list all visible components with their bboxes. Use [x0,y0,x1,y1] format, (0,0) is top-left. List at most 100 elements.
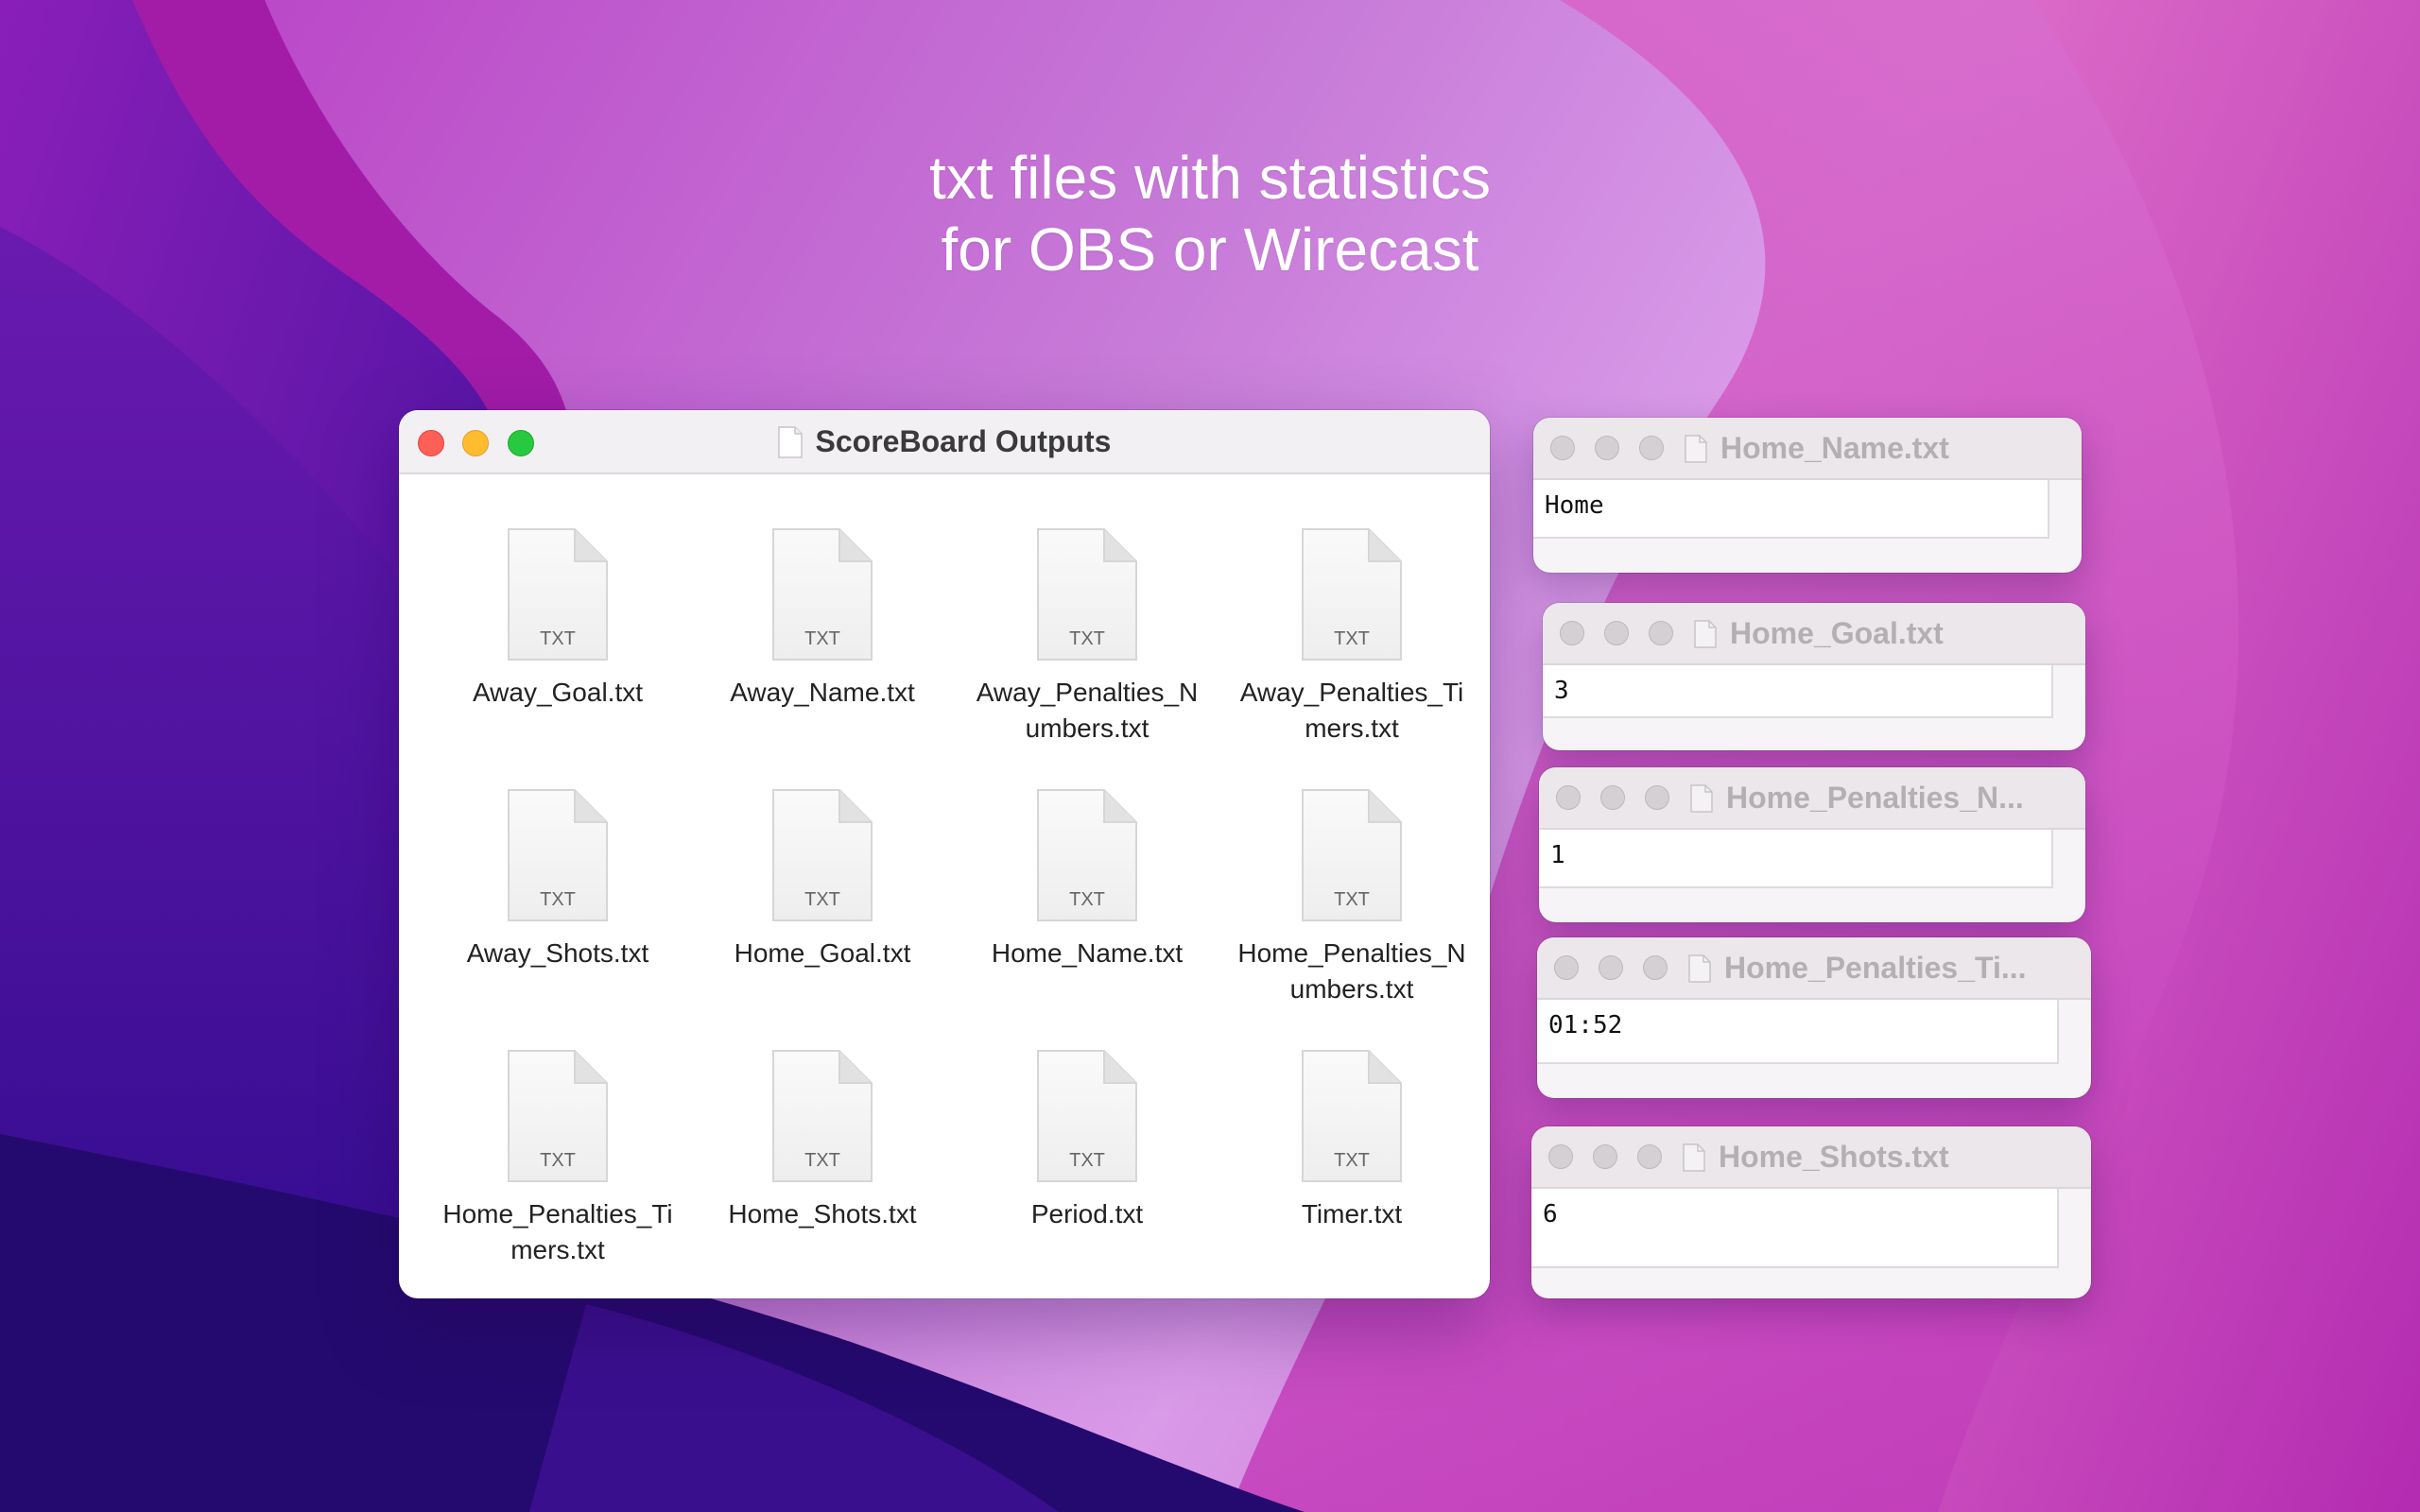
finder-window: ScoreBoard Outputs TXT Away_Goal.txt TXT… [399,410,1490,1298]
document-icon [1690,784,1713,813]
file-name: Home_Shots.txt [728,1199,917,1228]
document-icon [777,426,803,458]
txt-file-icon: TXT [1037,528,1137,661]
file-type-badge: TXT [804,1150,840,1171]
txt-file-icon: TXT [1302,789,1402,921]
text-window-title: Home_Penalties_Ti... [1688,937,2027,998]
text-content[interactable]: 3 [1543,665,2053,718]
file-type-badge: TXT [540,889,576,910]
file-item[interactable]: TXT Away_Penalties_Timers.txt [1219,527,1484,764]
file-item[interactable]: TXT Period.txt [955,1049,1219,1285]
headline-line-2: for OBS or Wirecast [941,215,1479,284]
txt-file-icon: TXT [508,789,608,921]
text-window-titlebar[interactable]: Home_Name.txt [1533,418,2082,480]
file-name: Away_Penalties_Timers.txt [1239,678,1464,743]
text-window-title-text: Home_Name.txt [1720,431,1949,465]
text-content[interactable]: 1 [1539,830,2053,888]
txt-file-icon: TXT [508,528,608,661]
text-window-title-text: Home_Penalties_Ti... [1724,951,2027,985]
txt-file-icon: TXT [1302,1050,1402,1182]
file-item[interactable]: TXT Home_Penalties_Numbers.txt [1219,788,1484,1024]
file-item[interactable]: TXT Timer.txt [1219,1049,1484,1285]
close-button[interactable] [1560,621,1584,645]
file-item[interactable]: TXT Home_Name.txt [955,788,1219,1024]
file-name: Away_Shots.txt [466,938,649,968]
document-icon [1683,1143,1705,1172]
close-button[interactable] [1556,785,1581,810]
window-title-text: ScoreBoard Outputs [815,424,1112,458]
file-name: Away_Name.txt [730,678,915,707]
file-item[interactable]: TXT Away_Name.txt [690,527,955,764]
file-name: Away_Penalties_Numbers.txt [976,678,1199,743]
file-name: Home_Goal.txt [734,938,911,968]
minimize-button[interactable] [1593,1144,1617,1169]
text-window-title: Home_Penalties_N... [1690,767,2024,828]
file-type-badge: TXT [1069,628,1105,649]
text-content[interactable]: Home [1533,480,2049,539]
minimize-button[interactable] [1599,955,1623,980]
txt-file-icon: TXT [1302,528,1402,661]
document-icon [1688,954,1711,983]
txt-file-icon: TXT [772,1050,873,1182]
text-window-title: Home_Shots.txt [1683,1126,1949,1187]
file-type-badge: TXT [1069,1150,1105,1171]
minimize-button[interactable] [1595,436,1619,460]
text-window-titlebar[interactable]: Home_Shots.txt [1531,1126,2091,1189]
file-type-badge: TXT [1334,628,1370,649]
text-window-home-name: Home_Name.txt Home [1533,418,2082,573]
file-item[interactable]: TXT Home_Shots.txt [690,1049,955,1285]
text-window-home-goal: Home_Goal.txt 3 [1543,603,2085,750]
file-type-badge: TXT [540,1150,576,1171]
text-window-titlebar[interactable]: Home_Penalties_Ti... [1537,937,2091,1000]
text-window-titlebar[interactable]: Home_Goal.txt [1543,603,2085,665]
txt-file-icon: TXT [1037,1050,1137,1182]
document-icon [1694,620,1717,648]
file-type-badge: TXT [1334,889,1370,910]
file-type-badge: TXT [1069,889,1105,910]
file-name: Home_Name.txt [991,938,1184,968]
close-button[interactable] [1550,436,1575,460]
text-content[interactable]: 01:52 [1537,1000,2059,1064]
file-name: Home_Penalties_Numbers.txt [1237,938,1466,1004]
file-name: Timer.txt [1301,1199,1403,1228]
file-grid: TXT Away_Goal.txt TXT Away_Name.txt TXT … [425,527,1466,1285]
text-window-titlebar[interactable]: Home_Penalties_N... [1539,767,2085,830]
txt-file-icon: TXT [508,1050,608,1182]
document-icon [1685,435,1707,463]
zoom-button[interactable] [1649,621,1673,645]
text-window-title-text: Home_Penalties_N... [1726,781,2024,815]
file-item[interactable]: TXT Home_Goal.txt [690,788,955,1024]
file-type-badge: TXT [804,628,840,649]
text-window-title: Home_Name.txt [1685,418,1949,478]
headline: txt files with statistics for OBS or Wir… [0,142,2420,285]
text-window-title-text: Home_Shots.txt [1719,1140,1949,1174]
text-window-home-shots: Home_Shots.txt 6 [1531,1126,2091,1298]
headline-line-1: txt files with statistics [929,144,1491,212]
file-name: Home_Penalties_Timers.txt [442,1199,673,1264]
text-window-home-penalties-timers: Home_Penalties_Ti... 01:52 [1537,937,2091,1098]
close-button[interactable] [1548,1144,1573,1169]
txt-file-icon: TXT [772,789,873,921]
finder-titlebar[interactable]: ScoreBoard Outputs [399,410,1490,474]
file-type-badge: TXT [1334,1150,1370,1171]
file-item[interactable]: TXT Home_Penalties_Timers.txt [425,1049,690,1285]
file-type-badge: TXT [804,889,840,910]
minimize-button[interactable] [1600,785,1625,810]
close-button[interactable] [1554,955,1579,980]
minimize-button[interactable] [1604,621,1629,645]
file-item[interactable]: TXT Away_Goal.txt [425,527,690,764]
text-window-title: Home_Goal.txt [1694,603,1944,663]
file-item[interactable]: TXT Away_Penalties_Numbers.txt [955,527,1219,764]
text-window-home-penalties-numbers: Home_Penalties_N... 1 [1539,767,2085,922]
text-content[interactable]: 6 [1531,1189,2059,1268]
zoom-button[interactable] [1637,1144,1662,1169]
window-title: ScoreBoard Outputs [399,410,1490,472]
zoom-button[interactable] [1643,955,1668,980]
text-window-title-text: Home_Goal.txt [1730,616,1944,650]
zoom-button[interactable] [1639,436,1664,460]
txt-file-icon: TXT [772,528,873,661]
txt-file-icon: TXT [1037,789,1137,921]
file-item[interactable]: TXT Away_Shots.txt [425,788,690,1024]
file-type-badge: TXT [540,628,576,649]
zoom-button[interactable] [1645,785,1669,810]
